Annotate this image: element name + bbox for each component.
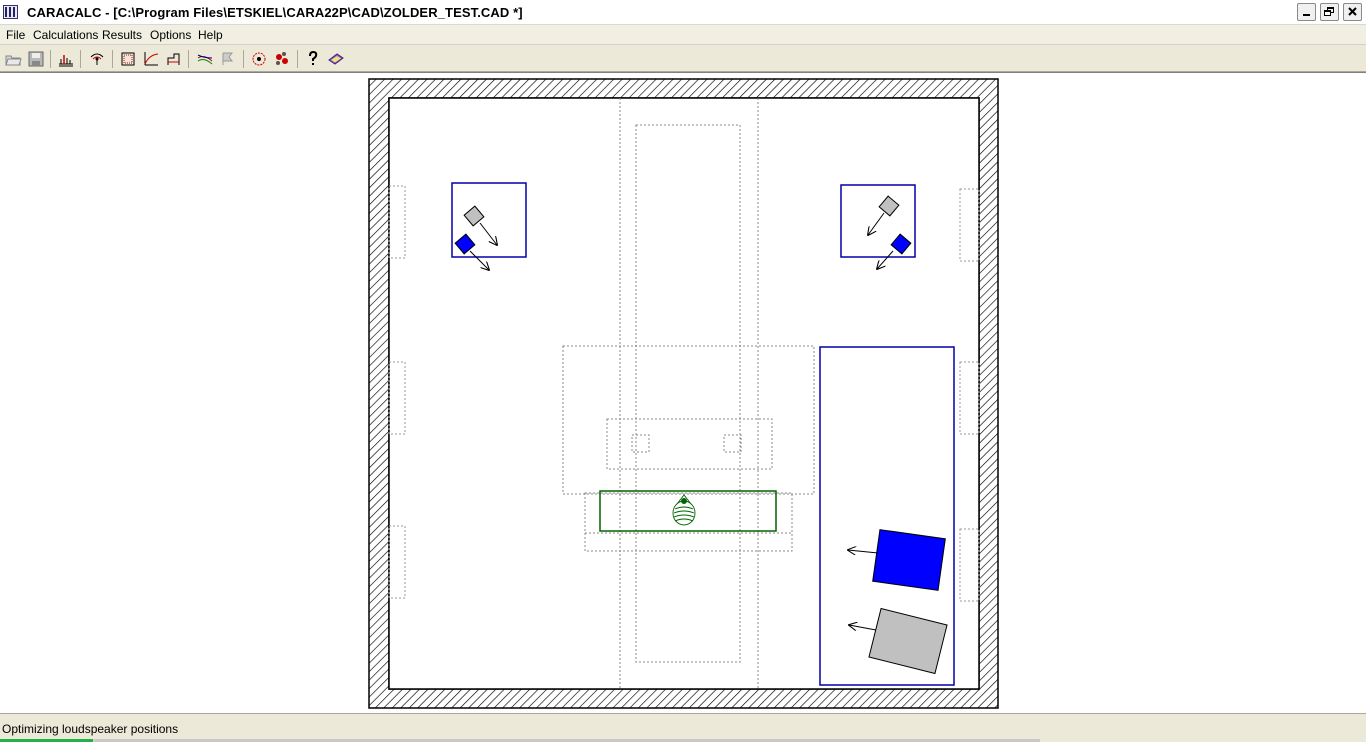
save-disk-icon — [28, 51, 44, 67]
minimize-icon — [1303, 14, 1310, 16]
menu-calculations[interactable]: Calculations — [33, 28, 98, 42]
reverb-button[interactable] — [250, 50, 268, 68]
menu-bar: File Calculations Results Options Help — [0, 25, 1366, 45]
help-button[interactable] — [304, 50, 322, 68]
blue-speaker-marker[interactable] — [872, 529, 946, 591]
toolbar-separator — [188, 50, 189, 68]
toolbar-separator — [297, 50, 298, 68]
manual-button[interactable] — [327, 50, 345, 68]
close-button[interactable] — [1343, 3, 1362, 21]
sound-distribution-button[interactable] — [273, 50, 291, 68]
menu-results[interactable]: Results — [102, 28, 142, 42]
toolbar-separator — [50, 50, 51, 68]
frequency-button[interactable] — [142, 50, 160, 68]
toolbar-separator — [80, 50, 81, 68]
toolbar-separator — [112, 50, 113, 68]
close-icon — [1348, 7, 1357, 16]
room-floor-plan[interactable] — [0, 73, 1366, 714]
toolbar-separator — [243, 50, 244, 68]
open-button[interactable] — [4, 50, 22, 68]
loudspeaker-icon — [90, 53, 104, 65]
menu-file[interactable]: File — [6, 28, 25, 42]
caracalc-app-icon[interactable] — [3, 5, 18, 19]
response-curves-icon — [197, 54, 213, 65]
loudspeaker-button[interactable] — [88, 50, 106, 68]
decay-step-icon — [167, 53, 180, 65]
room-outline-icon — [121, 52, 135, 66]
save-button[interactable] — [27, 50, 45, 68]
response-curves-button[interactable] — [196, 50, 214, 68]
window-title: CARACALC - [C:\Program Files\ETSKIEL\CAR… — [27, 5, 523, 20]
menu-options[interactable]: Options — [150, 28, 191, 42]
cad-workspace[interactable] — [0, 72, 1366, 713]
minimize-button[interactable] — [1297, 3, 1316, 21]
toolbar — [0, 46, 1366, 72]
status-text: Optimizing loudspeaker positions — [2, 722, 179, 736]
frequency-curve-icon — [144, 52, 159, 66]
reverb-cloud-icon — [252, 52, 266, 66]
menu-help[interactable]: Help — [198, 28, 223, 42]
impulse-button[interactable] — [57, 50, 75, 68]
sound-distribution-icon — [276, 52, 288, 65]
help-question-icon — [309, 50, 318, 65]
open-folder-icon — [5, 55, 22, 66]
restore-button[interactable] — [1320, 3, 1339, 21]
manual-book-icon — [328, 53, 344, 65]
curve-marker-button[interactable] — [219, 50, 237, 68]
decay-button[interactable] — [165, 50, 183, 68]
title-bar: CARACALC - [C:\Program Files\ETSKIEL\CAR… — [0, 0, 1366, 25]
room-button[interactable] — [119, 50, 137, 68]
impulse-response-icon — [59, 55, 73, 67]
curve-marker-icon — [222, 52, 233, 65]
status-bar: Optimizing loudspeaker positions — [0, 713, 1366, 742]
restore-icon — [1324, 7, 1334, 16]
